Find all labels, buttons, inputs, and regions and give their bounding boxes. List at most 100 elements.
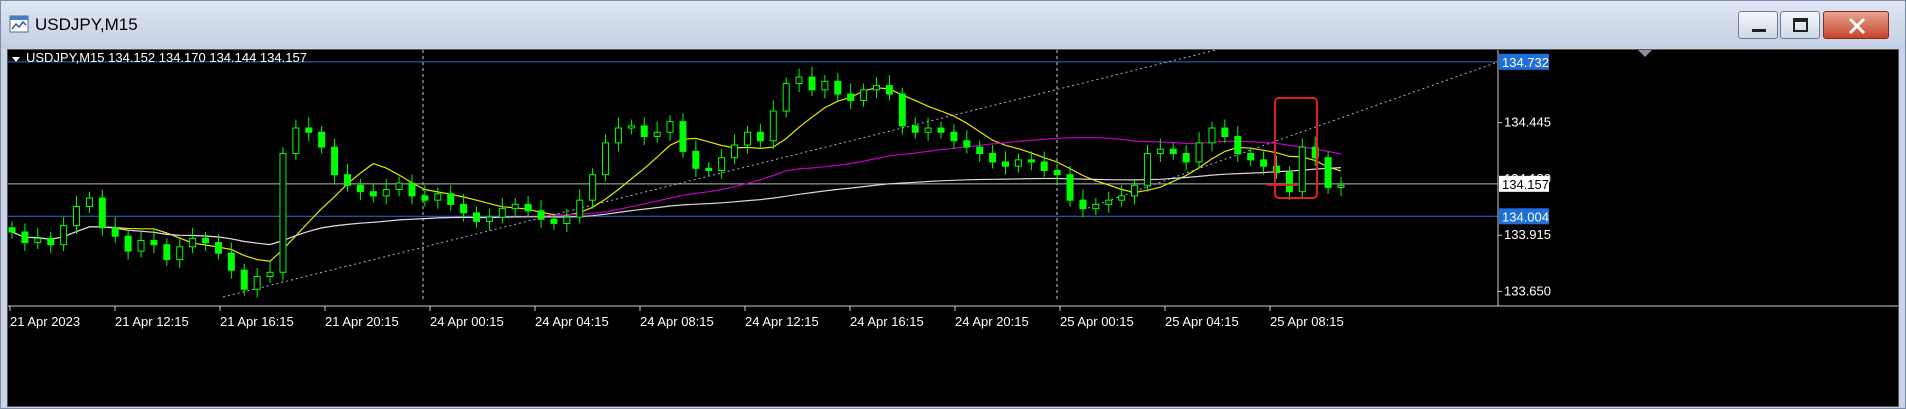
candle-body xyxy=(1079,199,1087,210)
maximize-icon xyxy=(1793,18,1808,32)
candle-body xyxy=(692,150,700,169)
candle-body xyxy=(460,203,468,214)
close-button[interactable] xyxy=(1823,11,1889,39)
candle-body xyxy=(937,127,945,133)
candle-body xyxy=(369,191,377,197)
close-icon xyxy=(1848,17,1866,35)
trend-line-main[interactable] xyxy=(222,50,1248,298)
candle-body xyxy=(498,208,506,218)
candle-body xyxy=(1105,199,1113,205)
candle-body xyxy=(1143,152,1151,186)
candle-body xyxy=(834,80,842,95)
time-axis-label: 24 Apr 16:15 xyxy=(850,314,924,329)
time-axis-label: 25 Apr 00:15 xyxy=(1060,314,1134,329)
candle-body xyxy=(1182,152,1190,163)
candle-body xyxy=(1156,148,1164,154)
window-title: USDJPY,M15 xyxy=(35,15,138,34)
time-axis-label: 24 Apr 08:15 xyxy=(640,314,714,329)
price-tag-label: 134.732 xyxy=(1502,55,1549,70)
candle-body xyxy=(769,110,777,142)
candle-body xyxy=(124,235,132,252)
candle-body xyxy=(1247,152,1255,161)
candle-body xyxy=(421,195,429,201)
trend-line-recent[interactable] xyxy=(1087,61,1499,209)
candle-body xyxy=(1118,195,1126,201)
candle-body xyxy=(1285,172,1293,193)
candle-body xyxy=(98,197,106,229)
candle-body xyxy=(731,144,739,159)
candle-body xyxy=(589,174,597,201)
candle-body xyxy=(356,184,364,193)
minimize-button[interactable] xyxy=(1738,11,1778,39)
candle-body xyxy=(305,127,313,133)
candle-body xyxy=(963,140,971,148)
candle-body xyxy=(576,199,584,218)
title-bar[interactable]: USDJPY,M15 xyxy=(1,1,1905,48)
candle-body xyxy=(473,212,481,222)
candle-body xyxy=(292,127,300,154)
candle-body xyxy=(1131,184,1139,197)
candle-body xyxy=(253,276,261,290)
candle-body xyxy=(227,252,235,271)
candle-body xyxy=(395,182,403,191)
candle-body xyxy=(847,93,855,101)
candle-body xyxy=(266,271,274,278)
time-axis-label: 24 Apr 00:15 xyxy=(430,314,504,329)
candle-body xyxy=(860,89,868,101)
candle-body xyxy=(756,131,764,142)
chart-window-icon xyxy=(9,15,29,33)
candle-body xyxy=(679,121,687,152)
candle-body xyxy=(408,182,416,197)
chart-window: USDJPY,M15 USDJPY,M15 134.152 134.170 13… xyxy=(0,0,1906,409)
time-axis-label: 21 Apr 20:15 xyxy=(325,314,399,329)
chart-shift-icon[interactable] xyxy=(1638,50,1652,57)
candle-body xyxy=(1092,203,1100,210)
candle-body xyxy=(150,239,158,246)
collapse-triangle-icon[interactable] xyxy=(12,57,20,62)
candle-body xyxy=(1324,157,1332,188)
candle-body xyxy=(666,121,674,133)
price-tag-label: 134.004 xyxy=(1502,209,1549,224)
candle-body xyxy=(485,216,493,222)
candle-body xyxy=(1066,174,1074,201)
candle-body xyxy=(189,237,197,248)
moving-average-fast-line xyxy=(11,87,1342,262)
time-axis-label: 21 Apr 2023 xyxy=(10,314,80,329)
candle-body xyxy=(240,269,248,290)
candle-body xyxy=(563,216,571,224)
candle-body xyxy=(950,131,958,142)
candle-body xyxy=(202,237,210,244)
time-axis-label: 25 Apr 04:15 xyxy=(1165,314,1239,329)
candle-body xyxy=(60,225,68,246)
candle-body xyxy=(447,193,455,205)
candle-body xyxy=(318,131,326,148)
candle-body xyxy=(524,203,532,212)
candle-body xyxy=(1208,127,1216,144)
candle-body xyxy=(1221,127,1229,138)
candle-body xyxy=(872,85,880,91)
minimize-icon xyxy=(1752,29,1766,32)
candle-body xyxy=(898,93,906,127)
chart-svg: USDJPY,M15 134.152 134.170 134.144 134.1… xyxy=(8,50,1898,329)
candle-body xyxy=(1195,142,1203,163)
time-axis-label: 24 Apr 12:15 xyxy=(745,314,819,329)
candle-body xyxy=(111,227,119,237)
candle-body xyxy=(627,125,635,129)
candle-body xyxy=(1337,184,1345,188)
chart-canvas[interactable]: USDJPY,M15 134.152 134.170 134.144 134.1… xyxy=(7,49,1899,407)
price-axis-label: 133.650 xyxy=(1504,283,1551,298)
symbol-header: USDJPY,M15 134.152 134.170 134.144 134.1… xyxy=(26,50,307,65)
candle-body xyxy=(653,131,661,138)
candle-body xyxy=(1053,169,1061,176)
candle-body xyxy=(214,242,222,254)
candle-body xyxy=(1027,159,1035,163)
candle-body xyxy=(511,203,519,210)
candle-body xyxy=(1260,159,1268,167)
maximize-button[interactable] xyxy=(1780,11,1820,39)
time-axis-label: 24 Apr 20:15 xyxy=(955,314,1029,329)
candle-body xyxy=(1040,161,1048,171)
candle-body xyxy=(911,125,919,133)
candle-body xyxy=(885,85,893,95)
candle-body xyxy=(976,146,984,154)
candle-body xyxy=(808,76,816,91)
